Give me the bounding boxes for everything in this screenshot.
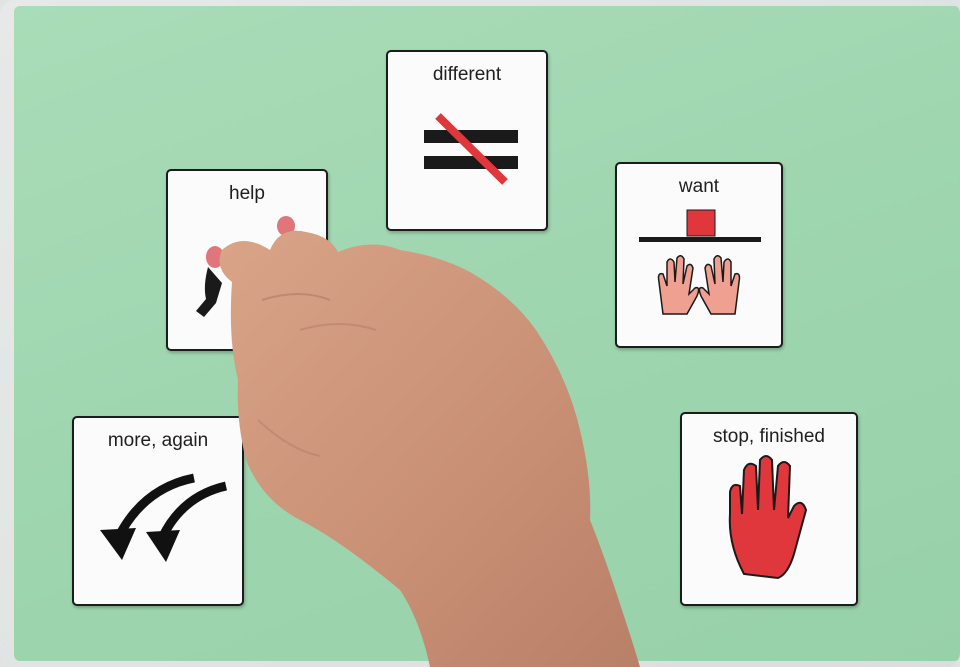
helping-people-icon xyxy=(196,216,295,317)
card-more-again: more, again xyxy=(72,416,244,606)
not-equal-icon xyxy=(424,113,518,185)
stop-hand-icon xyxy=(728,455,808,580)
reaching-hands-icon xyxy=(639,209,761,315)
card-help: help xyxy=(166,169,328,351)
card-stop-finished: stop, finished xyxy=(680,412,858,606)
photo: different help want more, again stop, fi… xyxy=(0,0,960,667)
card-want: want xyxy=(615,162,783,348)
card-different: different xyxy=(386,50,548,231)
curved-arrows-icon xyxy=(100,473,228,562)
